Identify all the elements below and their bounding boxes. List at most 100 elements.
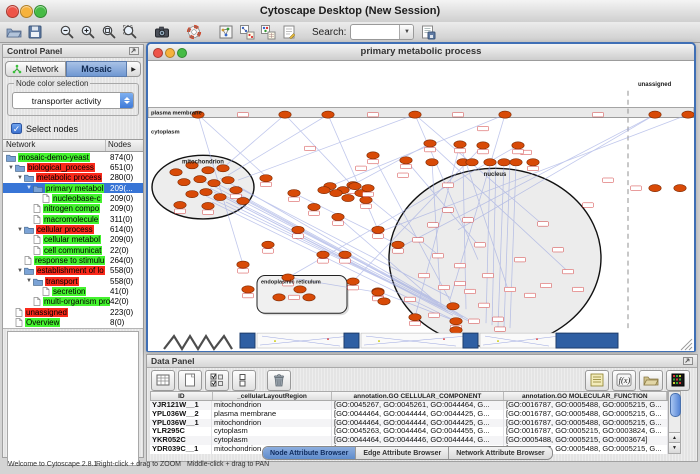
- graph-node[interactable]: [322, 111, 334, 118]
- graph-node[interactable]: [367, 152, 379, 159]
- table-scrollbar[interactable]: ▲ ▼: [668, 391, 681, 454]
- graph-node[interactable]: [450, 327, 462, 334]
- tree-row[interactable]: unassigned223(0): [3, 307, 143, 317]
- column-header[interactable]: annotation.GO MOLECULAR_FUNCTION: [504, 392, 667, 400]
- graph-node[interactable]: [214, 193, 226, 200]
- graph-node[interactable]: [409, 314, 421, 321]
- search-dropdown-icon[interactable]: [399, 25, 413, 39]
- tree-row[interactable]: ▼biological_process651(0): [3, 162, 143, 172]
- tree-row[interactable]: ▼transport558(0): [3, 276, 143, 286]
- expander-icon[interactable]: ▼: [16, 268, 24, 274]
- graph-node[interactable]: [260, 175, 272, 182]
- network-overview-icon[interactable]: [216, 23, 235, 41]
- zoom-in-icon[interactable]: [78, 23, 97, 41]
- select-nodes-checkbox[interactable]: [11, 123, 22, 134]
- graph-node[interactable]: [682, 111, 694, 118]
- graph-node[interactable]: [484, 159, 496, 166]
- graph-node[interactable]: [202, 167, 214, 174]
- tree-row[interactable]: secretion41(0): [3, 286, 143, 296]
- graph-node[interactable]: [360, 196, 372, 203]
- tree-row[interactable]: cellular metabol209(0): [3, 235, 143, 245]
- graph-node[interactable]: [308, 203, 320, 210]
- graph-node[interactable]: [378, 298, 390, 305]
- table-row[interactable]: YKR052Ccytoplasm[GO:0044464, GO:0044446,…: [150, 436, 668, 445]
- column-header[interactable]: annotation.GO CELLULAR_COMPONENT: [332, 392, 503, 400]
- delete-attributes-icon[interactable]: [267, 370, 291, 391]
- graph-node[interactable]: [510, 159, 522, 166]
- graph-node[interactable]: [674, 185, 686, 192]
- graph-node[interactable]: [288, 190, 300, 197]
- search-input[interactable]: [351, 25, 399, 39]
- annotation-icon[interactable]: [279, 23, 298, 41]
- float-panel-icon[interactable]: [129, 42, 139, 60]
- snapshot-camera-icon[interactable]: [152, 23, 171, 41]
- graph-node[interactable]: [342, 194, 354, 201]
- tree-row[interactable]: nitrogen compo209(0): [3, 204, 143, 214]
- tree-row[interactable]: mosaic-demo-yeast874(0): [3, 152, 143, 162]
- graph-node[interactable]: [347, 278, 359, 285]
- graph-node[interactable]: [170, 169, 182, 176]
- graph-node[interactable]: [208, 180, 220, 187]
- tree-row[interactable]: ▼metabolic process280(0): [3, 173, 143, 183]
- tree-row[interactable]: multi-organism pro42(0): [3, 297, 143, 307]
- tree-row[interactable]: Overview8(0): [3, 318, 143, 328]
- graph-node[interactable]: [512, 142, 524, 149]
- network-canvas[interactable]: plasma membranecytoplasmmitochondrionnuc…: [148, 61, 694, 351]
- table-row[interactable]: YPL036W__1mitochondrion[GO:0044464, GO:0…: [150, 419, 668, 428]
- zoom-fit-icon[interactable]: [99, 23, 118, 41]
- tree-row[interactable]: nucleobase-c209(0): [3, 193, 143, 203]
- graph-node[interactable]: [230, 187, 242, 194]
- graph-node[interactable]: [349, 183, 361, 190]
- graph-node[interactable]: [400, 157, 412, 164]
- graph-node[interactable]: [217, 165, 229, 172]
- graph-node[interactable]: [279, 111, 291, 118]
- graph-node[interactable]: [303, 294, 315, 301]
- scroll-down-icon[interactable]: ▼: [669, 442, 680, 453]
- table-row[interactable]: YJR121W__1mitochondrion[GO:0045267, GO:0…: [150, 401, 668, 410]
- graph-node[interactable]: [194, 176, 206, 183]
- function-builder-icon[interactable]: f(x): [612, 370, 636, 391]
- graph-node[interactable]: [222, 177, 234, 184]
- graph-node[interactable]: [339, 251, 351, 258]
- column-header[interactable]: _cellularLayoutRegion: [213, 392, 333, 400]
- tree-row[interactable]: ▼establishment of lo558(0): [3, 266, 143, 276]
- tree-row[interactable]: response to stimulu264(0): [3, 255, 143, 265]
- graph-node[interactable]: [262, 241, 274, 248]
- graph-node[interactable]: [237, 197, 249, 204]
- graph-node[interactable]: [447, 303, 459, 310]
- graph-node[interactable]: [318, 187, 330, 194]
- graph-node[interactable]: [649, 111, 661, 118]
- open-folder-icon[interactable]: [4, 23, 23, 41]
- import-network-icon[interactable]: [237, 23, 256, 41]
- graph-node[interactable]: [499, 111, 511, 118]
- graph-node[interactable]: [372, 289, 384, 296]
- graph-node[interactable]: [317, 251, 329, 258]
- import-table-icon[interactable]: [258, 23, 277, 41]
- graph-node[interactable]: [362, 185, 374, 192]
- batch-edit-icon[interactable]: [585, 370, 609, 391]
- graph-node[interactable]: [202, 202, 214, 209]
- graph-node[interactable]: [454, 141, 466, 148]
- tree-row[interactable]: macromolecule311(0): [3, 214, 143, 224]
- scrollbar-thumb[interactable]: [670, 393, 681, 417]
- tab-mosaic[interactable]: Mosaic: [66, 61, 127, 77]
- column-header[interactable]: ID: [151, 392, 213, 400]
- graph-node[interactable]: [424, 140, 436, 147]
- graph-node[interactable]: [330, 190, 342, 197]
- graph-node[interactable]: [332, 213, 344, 220]
- graph-node[interactable]: [372, 226, 384, 233]
- graph-node[interactable]: [426, 159, 438, 166]
- graph-node[interactable]: [174, 201, 186, 208]
- table-row[interactable]: YPL036W__2plasma membrane[GO:0044464, GO…: [150, 410, 668, 419]
- tree-row[interactable]: ▼cellular process614(0): [3, 224, 143, 234]
- expander-icon[interactable]: ▼: [25, 185, 33, 191]
- expander-icon[interactable]: ▼: [7, 165, 15, 171]
- unselect-attributes-icon[interactable]: [232, 370, 256, 391]
- graph-node[interactable]: [294, 286, 306, 293]
- graph-node[interactable]: [242, 286, 254, 293]
- zoom-selected-icon[interactable]: [120, 23, 139, 41]
- zoom-out-icon[interactable]: [57, 23, 76, 41]
- graph-node[interactable]: [292, 226, 304, 233]
- graph-node[interactable]: [649, 185, 661, 192]
- attribute-table-header[interactable]: ID_cellularLayoutRegionannotation.GO CEL…: [150, 391, 668, 401]
